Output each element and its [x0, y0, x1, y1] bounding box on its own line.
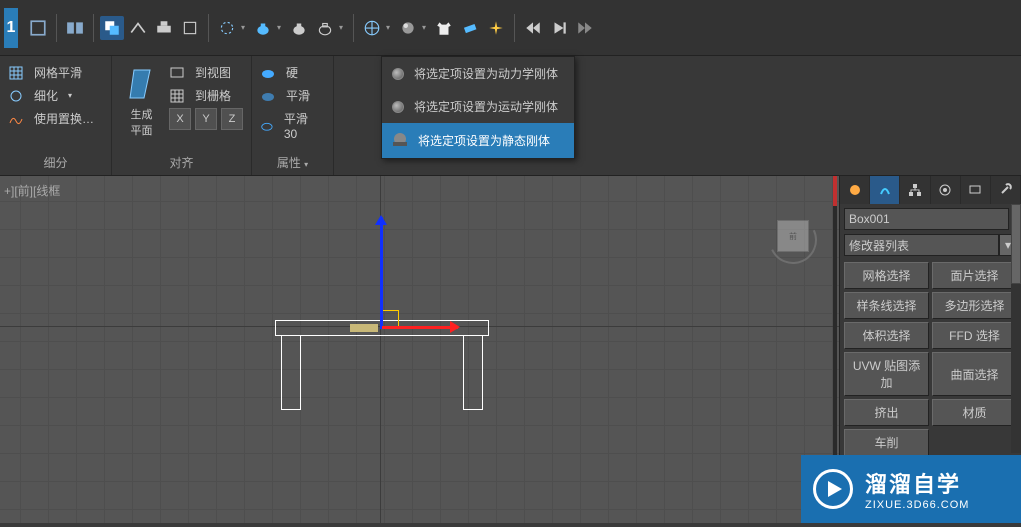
teapot-btn-3[interactable] — [313, 16, 337, 40]
dropdown-label: 将选定项设置为运动学刚体 — [414, 98, 558, 115]
tool-btn-6[interactable] — [178, 16, 202, 40]
ribbon-group-subdivide: 网格平滑 细化▾ 使用置换… 细分 — [0, 56, 112, 175]
mesh-select-btn[interactable]: 网格选择 — [844, 262, 929, 289]
eraser-btn[interactable] — [458, 16, 482, 40]
dropdown-item-static[interactable]: 将选定项设置为静态刚体 — [382, 123, 574, 158]
meshsmooth-icon — [8, 65, 24, 81]
teapot-btn-2[interactable] — [287, 16, 311, 40]
material-btn[interactable]: 材质 — [932, 399, 1017, 426]
ribbon-group-properties: 硬 平滑 平滑 30 属性 ▾ — [252, 56, 334, 175]
tab-motion[interactable] — [931, 176, 961, 204]
hard-btn[interactable]: 硬 — [280, 62, 304, 83]
sphere-btn[interactable] — [396, 16, 420, 40]
play-btn[interactable] — [547, 16, 571, 40]
vol-select-btn[interactable]: 体积选择 — [844, 322, 929, 349]
viewport-grid — [0, 176, 839, 523]
ffd-select-btn[interactable]: FFD 选择 — [932, 322, 1017, 349]
smooth-btn[interactable]: 平滑 — [280, 85, 316, 106]
sparkle-btn[interactable] — [484, 16, 508, 40]
dropdown-item-kinematic[interactable]: 将选定项设置为运动学刚体 — [382, 90, 574, 123]
smooth-icon — [260, 88, 276, 104]
shirt-btn[interactable] — [432, 16, 456, 40]
to-grid-btn[interactable]: 到栅格 — [189, 85, 237, 106]
gen-plane-btn[interactable]: 生成 平面 — [120, 62, 163, 142]
watermark-play-icon — [813, 469, 853, 509]
rigidbody-dropdown: 将选定项设置为动力学刚体 将选定项设置为运动学刚体 将选定项设置为静态刚体 — [381, 56, 575, 159]
gizmo-y-axis[interactable] — [380, 217, 383, 329]
uvw-add-btn[interactable]: UVW 贴图添加 — [844, 352, 929, 396]
dropdown-arrow-icon[interactable]: ▾ — [386, 23, 394, 32]
static-icon — [392, 131, 408, 150]
app-logo-icon: 1 — [4, 8, 18, 48]
group-label: 对齐 — [120, 152, 243, 173]
meshsmooth-btn[interactable]: 网格平滑 — [28, 62, 88, 83]
radio-icon — [392, 68, 404, 80]
dropdown-label: 将选定项设置为静态刚体 — [418, 132, 550, 149]
displace-btn[interactable]: 使用置换… — [28, 108, 100, 129]
tab-modify[interactable] — [870, 176, 900, 204]
tool-btn-1[interactable] — [26, 16, 50, 40]
dropdown-label: 将选定项设置为动力学刚体 — [414, 65, 558, 82]
tool-btn-2[interactable] — [63, 16, 87, 40]
align-y-btn[interactable]: Y — [195, 108, 217, 130]
tab-hierarchy[interactable] — [900, 176, 930, 204]
surf-select-btn[interactable]: 曲面选择 — [932, 352, 1017, 396]
smooth30-btn[interactable]: 平滑 30 — [278, 108, 325, 143]
group-label: 属性 ▾ — [260, 152, 325, 173]
panel-scrollbar[interactable] — [1011, 204, 1021, 453]
forward-btn[interactable] — [573, 16, 597, 40]
tab-create[interactable] — [840, 176, 870, 204]
watermark-title: 溜溜自学 — [865, 467, 969, 499]
main-toolbar: 1 ▾ ▾ ▾ ▾ ▾ — [0, 0, 1021, 56]
gizmo-x-axis[interactable] — [382, 326, 458, 329]
align-z-btn[interactable]: Z — [221, 108, 243, 130]
viewport-front[interactable]: +][前][线框 前 — [0, 176, 839, 523]
tab-display[interactable] — [961, 176, 991, 204]
refine-icon — [8, 88, 24, 104]
dropdown-item-dynamic[interactable]: 将选定项设置为动力学刚体 — [382, 57, 574, 90]
dropdown-arrow-icon[interactable]: ▾ — [422, 23, 430, 32]
lathe-btn[interactable]: 车削 — [844, 429, 929, 456]
poly-select-btn[interactable]: 多边形选择 — [932, 292, 1017, 319]
refine-btn[interactable]: 细化 — [28, 85, 64, 106]
group-label: 细分 — [8, 152, 103, 173]
spline-select-btn[interactable]: 样条线选择 — [844, 292, 929, 319]
dropdown-arrow-icon[interactable]: ▾ — [339, 23, 347, 32]
rewind-btn[interactable] — [521, 16, 545, 40]
globe-btn[interactable] — [360, 16, 384, 40]
extrude-btn[interactable]: 挤出 — [844, 399, 929, 426]
watermark-url: ZIXUE.3D66.COM — [865, 499, 969, 511]
smooth30-icon — [260, 118, 274, 134]
object-name-input[interactable] — [844, 208, 1009, 230]
tool-btn-7[interactable] — [215, 16, 239, 40]
viewcube[interactable]: 前 — [769, 216, 817, 264]
to-view-icon — [169, 65, 185, 81]
watermark: 溜溜自学 ZIXUE.3D66.COM — [801, 455, 1021, 523]
displace-icon — [8, 111, 24, 127]
dropdown-arrow-icon[interactable]: ▾ — [241, 23, 249, 32]
tool-btn-4[interactable] — [126, 16, 150, 40]
to-grid-icon — [169, 88, 185, 104]
viewport-label[interactable]: +][前][线框 — [4, 182, 60, 199]
tool-btn-3[interactable] — [100, 16, 124, 40]
tool-btn-5[interactable] — [152, 16, 176, 40]
dropdown-arrow-icon[interactable]: ▾ — [277, 23, 285, 32]
tab-utilities[interactable] — [991, 176, 1021, 204]
radio-icon — [392, 101, 404, 113]
to-view-btn[interactable]: 到视图 — [189, 62, 237, 83]
align-x-btn[interactable]: X — [169, 108, 191, 130]
patch-select-btn[interactable]: 面片选择 — [932, 262, 1017, 289]
command-tabs — [840, 176, 1021, 204]
teapot-btn-1[interactable] — [251, 16, 275, 40]
move-gizmo-handle[interactable] — [350, 324, 378, 332]
hard-icon — [260, 65, 276, 81]
ribbon-group-align: 生成 平面 到视图 到栅格 X Y Z 对齐 — [112, 56, 252, 175]
modifier-list-select[interactable]: 修改器列表 — [844, 234, 999, 256]
